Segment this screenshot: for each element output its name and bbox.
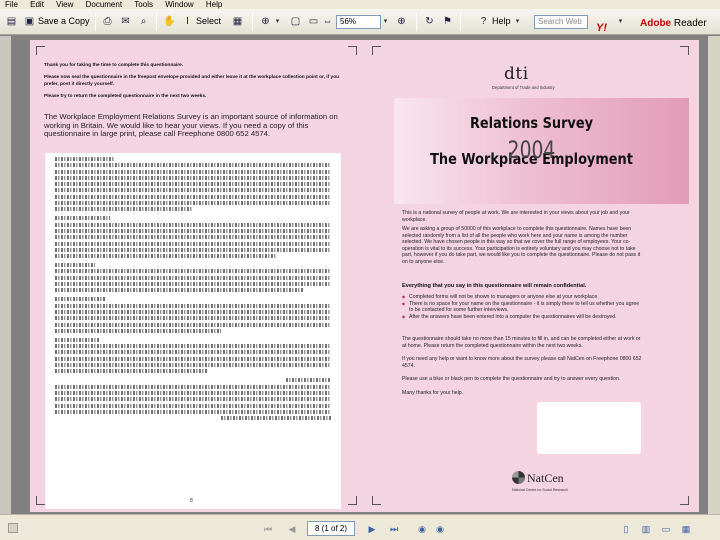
menu-view[interactable]: View [51, 0, 78, 9]
zoom-plus-icon[interactable]: ⊕ [394, 14, 409, 29]
menu-help[interactable]: Help [201, 0, 227, 9]
actual-size-icon[interactable]: ▢ [288, 14, 303, 29]
document-spread: Thank you for taking the time to complet… [30, 40, 699, 512]
select-button[interactable]: Select [196, 14, 221, 29]
menu-bar: File Edit View Document Tools Window Hel… [0, 0, 720, 9]
translation-urdu [55, 384, 331, 421]
print-icon[interactable]: ⎙ [100, 14, 115, 29]
bullet-item: There is no space for your name on the q… [402, 301, 642, 314]
zoom-level-field[interactable]: 56% [336, 15, 381, 29]
search-dropdown-icon[interactable]: ▾ [616, 15, 625, 29]
time-paragraph: The questionnaire should take no more th… [402, 336, 641, 349]
navigation-pane-tab[interactable] [0, 36, 11, 514]
status-bar: ⏮ ◀ 8 (1 of 2) ▶ ⏭ ◉ ◉ ▯ ▥ ▭ ▦ [0, 514, 720, 540]
previous-page-icon[interactable]: ◀ [286, 523, 298, 535]
hand-tool-icon[interactable]: ✋ [162, 14, 177, 29]
survey-intro-text: The Workplace Employment Relations Surve… [44, 112, 338, 138]
confidential-heading: Everything that you say in this question… [402, 283, 587, 289]
menu-window[interactable]: Window [160, 0, 198, 9]
help-paragraph: If you need any help or want to know mor… [402, 356, 642, 369]
pen-paragraph: Please use a blue or black pen to comple… [402, 376, 621, 382]
search-doc-icon[interactable]: ⌕ [136, 14, 151, 29]
search-web-input[interactable]: Search Web [534, 15, 588, 29]
continuous-facing-icon[interactable]: ▦ [680, 523, 692, 535]
translation-bengali [55, 222, 331, 259]
select-text-icon[interactable]: I [180, 14, 195, 29]
right-page: dti Department of Trade and Industry The… [364, 40, 699, 512]
translations-box [45, 153, 341, 509]
translation-punjabi [55, 344, 331, 374]
zoom-tool-dropdown-icon[interactable]: ▾ [273, 15, 282, 29]
page-number: 8 [190, 498, 193, 504]
help-button[interactable]: Help [492, 14, 511, 29]
menu-tools[interactable]: Tools [129, 0, 158, 9]
fit-width-icon[interactable]: ⇔ [320, 14, 335, 29]
help-dropdown-icon[interactable]: ▾ [513, 15, 522, 29]
resize-handle[interactable] [8, 523, 18, 533]
continuous-icon[interactable]: ▥ [640, 523, 652, 535]
adobe-reader-logo: Adobe Reader [640, 18, 707, 29]
translation-chinese [55, 269, 331, 293]
address-label-box [537, 402, 641, 454]
rotate-icon[interactable]: ↻ [422, 14, 437, 29]
help-icon[interactable]: ? [476, 14, 491, 29]
zoom-in-icon[interactable]: ⊕ [258, 14, 273, 29]
bullet-item: Completed forms will not be shown to man… [402, 294, 642, 301]
fit-page-icon[interactable]: ▭ [306, 14, 321, 29]
previous-view-icon[interactable]: ◉ [416, 523, 428, 535]
selection-paragraph: We are asking a group of 50000 of this w… [402, 226, 641, 265]
yahoo-icon[interactable]: Y! [596, 22, 607, 34]
natcen-subtitle: National Centre for Social Research [512, 488, 568, 492]
intro-paragraph: This is a national survey of people at w… [402, 210, 630, 223]
dti-department-name: Department of Trade and Industry [492, 85, 555, 90]
save-copy-icon[interactable]: ▣ [22, 14, 37, 29]
survey-title-line2: Relations Survey [469, 114, 594, 132]
save-copy-button[interactable]: Save a Copy [38, 14, 90, 29]
next-page-icon[interactable]: ▶ [366, 523, 378, 535]
menu-file[interactable]: File [0, 0, 23, 9]
open-icon[interactable]: ▤ [4, 14, 19, 29]
snapshot-icon[interactable]: ▦ [230, 14, 245, 29]
survey-year: 2004 [507, 136, 556, 164]
last-page-icon[interactable]: ⏭ [388, 523, 400, 535]
dti-logo: dti [504, 64, 529, 84]
first-page-icon[interactable]: ⏮ [262, 523, 274, 535]
toolbar: ▤ ▣ Save a Copy ⎙ ✉ ⌕ ✋ I Select ▦ ⊕ ▾ ▢… [0, 9, 720, 35]
menu-edit[interactable]: Edit [25, 0, 49, 9]
menu-document[interactable]: Document [81, 0, 127, 9]
vertical-scrollbar[interactable] [708, 36, 720, 514]
facing-icon[interactable]: ▭ [660, 523, 672, 535]
left-page: Thank you for taking the time to complet… [30, 40, 364, 512]
email-icon[interactable]: ✉ [118, 14, 133, 29]
natcen-logo: NatCen [527, 471, 564, 485]
bookmark-icon[interactable]: ⚑ [440, 14, 455, 29]
single-page-icon[interactable]: ▯ [620, 523, 632, 535]
natcen-logo-icon [512, 471, 525, 484]
translation-gujarati [55, 303, 331, 333]
bullet-item: After the answers have been entered into… [402, 314, 642, 321]
next-view-icon[interactable]: ◉ [434, 523, 446, 535]
thanks-paragraph: Many thanks for your help. [402, 390, 464, 396]
page-number-field[interactable]: 8 (1 of 2) [307, 521, 355, 536]
translation-hindi [55, 163, 331, 212]
confidentiality-bullets: Completed forms will not be shown to man… [402, 294, 642, 320]
thank-you-text: Thank you for taking the time to complet… [44, 63, 340, 99]
zoom-dropdown-icon[interactable]: ▾ [381, 15, 390, 29]
